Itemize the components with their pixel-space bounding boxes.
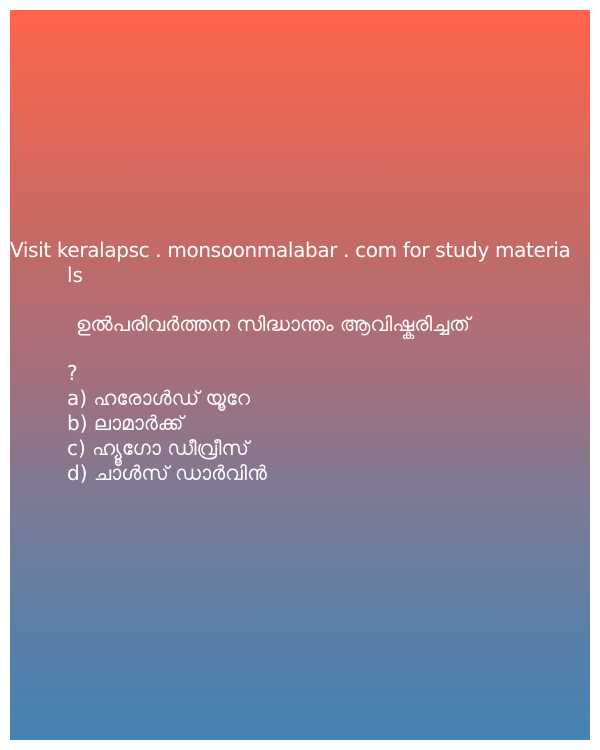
promo-text: Visit keralapsc . monsoonmalabar . com f… bbox=[10, 238, 590, 288]
option-a: a) ഹരോൾഡ് യൂറേ bbox=[67, 386, 250, 410]
promo-text-line-1: Visit keralapsc . monsoonmalabar . com f… bbox=[10, 238, 571, 262]
question-text: ഉൽപരിവർത്തന സിദ്ധാന്തം ആവിഷ്കരിച്ചത് bbox=[76, 312, 471, 336]
question-mark: ? bbox=[67, 361, 78, 385]
quiz-card: Visit keralapsc . monsoonmalabar . com f… bbox=[10, 10, 590, 740]
answer-options: a) ഹരോൾഡ് യൂറേ b) ലാമാർക്ക് c) ഹ്യൂഗോ ഡീ… bbox=[10, 386, 590, 486]
option-b: b) ലാമാർക്ക് bbox=[67, 411, 184, 435]
promo-text-line-2: ls bbox=[67, 263, 83, 287]
option-c: c) ഹ്യൂഗോ ഡീവ്രീസ് bbox=[67, 436, 249, 460]
option-d: d) ചാൾസ് ഡാർവിൻ bbox=[67, 461, 267, 485]
quiz-content: Visit keralapsc . monsoonmalabar . com f… bbox=[10, 238, 590, 486]
